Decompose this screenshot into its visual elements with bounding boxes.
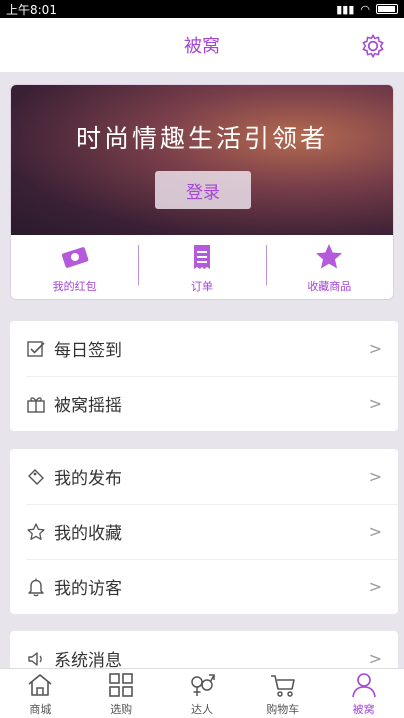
menu-item-label: 我的发布 xyxy=(54,469,122,489)
banner-slogan: 时尚情趣生活引领者 xyxy=(75,124,328,153)
page-title: 被窝 xyxy=(184,36,220,57)
menu-item-shake[interactable]: 被窝摇摇 > xyxy=(10,376,398,431)
checkbox-icon xyxy=(27,340,45,357)
chevron-right-icon: > xyxy=(368,339,382,358)
chevron-right-icon: > xyxy=(368,649,382,668)
tab-label: 商城 xyxy=(29,702,52,716)
bottom-tab-bar: 商城 选购 达人 购物车 被窝 xyxy=(0,668,404,718)
gender-icon xyxy=(191,673,215,696)
order-icon xyxy=(193,245,210,269)
tab-label: 选购 xyxy=(110,702,133,716)
quick-link-label: 订单 xyxy=(190,280,213,293)
tag-icon xyxy=(28,468,44,485)
menu-item-collection[interactable]: 我的收藏 > xyxy=(10,504,398,559)
tab-label: 购物车 xyxy=(266,702,300,716)
menu-item-messages[interactable]: 系统消息 > xyxy=(10,631,398,668)
profile-card: 时尚情趣生活引领者 登录 我的红包 订单 收藏商品 xyxy=(10,84,394,300)
quick-link-orders[interactable]: 订单 xyxy=(138,235,265,299)
chevron-right-icon: > xyxy=(368,467,382,486)
quick-link-favorites[interactable]: 收藏商品 xyxy=(265,235,393,299)
star-icon xyxy=(316,244,343,269)
chevron-right-icon: > xyxy=(368,577,382,596)
menu-item-label: 被窝摇摇 xyxy=(54,396,122,416)
menu-group-system: 系统消息 > xyxy=(10,631,398,668)
tab-label: 被窝 xyxy=(352,702,375,716)
tab-label: 达人 xyxy=(190,702,213,716)
tab-cart[interactable]: 购物车 xyxy=(242,669,323,718)
status-icons: ▮▮▮ ◠ xyxy=(336,3,398,16)
grid-icon xyxy=(109,672,133,697)
login-button[interactable]: 登录 xyxy=(155,171,251,209)
quick-link-label: 我的红包 xyxy=(52,280,97,293)
quick-links: 我的红包 订单 收藏商品 xyxy=(11,235,393,299)
banner: 时尚情趣生活引领者 登录 xyxy=(11,85,393,235)
status-bar: 上午8:01 ▮▮▮ ◠ xyxy=(0,0,404,18)
chevron-right-icon: > xyxy=(368,522,382,541)
signal-icon: ▮▮▮ xyxy=(336,2,355,16)
battery-icon xyxy=(376,4,398,14)
menu-item-label: 我的收藏 xyxy=(54,524,122,544)
tab-profile[interactable]: 被窝 xyxy=(323,669,404,718)
quick-link-redpacket[interactable]: 我的红包 xyxy=(11,235,138,299)
chevron-right-icon: > xyxy=(368,394,382,413)
menu-item-label: 每日签到 xyxy=(54,341,122,361)
menu-group-personal: 我的发布 > 我的收藏 > 我的访客 > xyxy=(10,449,398,614)
tab-mall[interactable]: 商城 xyxy=(0,669,81,718)
star-outline-icon xyxy=(27,522,45,540)
tab-browse[interactable]: 选购 xyxy=(81,669,162,718)
header: 被窝 xyxy=(0,18,404,72)
menu-item-label: 系统消息 xyxy=(54,651,122,668)
menu-item-checkin[interactable]: 每日签到 > xyxy=(10,321,398,376)
cart-icon xyxy=(270,674,295,697)
speaker-icon xyxy=(28,651,42,666)
menu-item-posts[interactable]: 我的发布 > xyxy=(10,449,398,504)
quick-link-label: 收藏商品 xyxy=(307,280,352,293)
menu-item-visitors[interactable]: 我的访客 > xyxy=(10,559,398,614)
coupon-icon xyxy=(61,247,89,268)
home-icon xyxy=(28,673,52,696)
menu-item-label: 我的访客 xyxy=(54,579,122,599)
gift-icon xyxy=(27,396,45,413)
wifi-icon: ◠ xyxy=(360,2,370,16)
bell-icon xyxy=(28,578,44,596)
tab-experts[interactable]: 达人 xyxy=(162,669,243,718)
user-icon xyxy=(351,672,376,697)
status-time: 上午8:01 xyxy=(6,2,57,17)
menu-group-daily: 每日签到 > 被窝摇摇 > xyxy=(10,321,398,431)
gear-icon[interactable] xyxy=(360,33,386,59)
